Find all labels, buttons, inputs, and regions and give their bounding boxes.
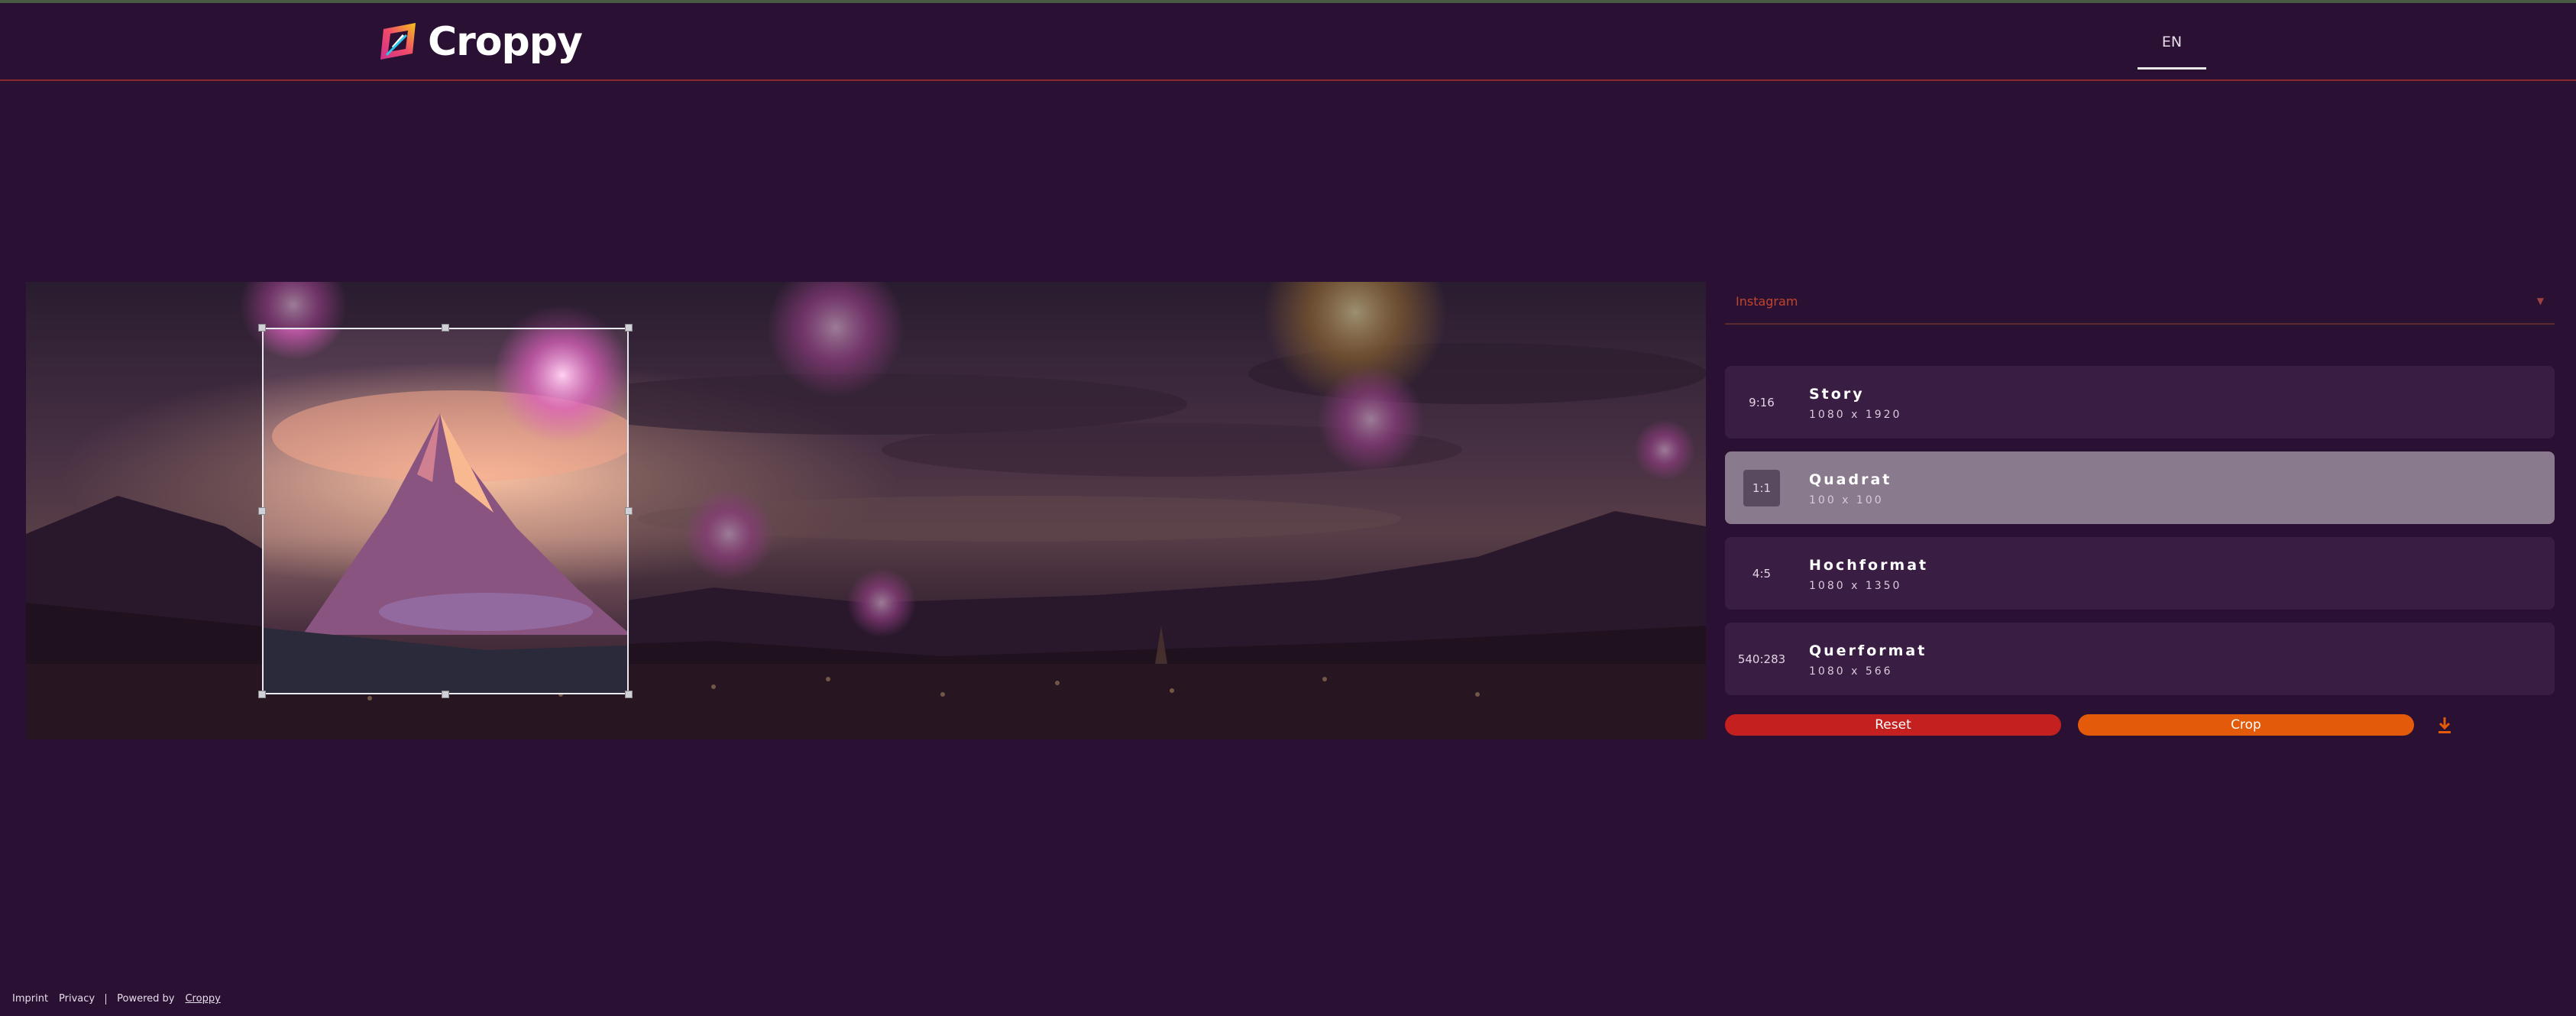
preset-title: Story	[1809, 386, 1865, 403]
preset-ratio: 4:5	[1752, 567, 1772, 581]
crop-handle-bottom-left[interactable]	[258, 691, 266, 698]
footer-divider	[105, 993, 107, 1005]
crop-selection[interactable]	[262, 328, 629, 694]
reset-button[interactable]: Reset	[1725, 714, 2061, 736]
preset-quadrat[interactable]: 1:1 Quadrat 100 x 100	[1725, 451, 2555, 524]
preset-size: 1080 x 566	[1809, 665, 1893, 678]
crop-handle-top-right[interactable]	[625, 324, 633, 332]
preset-querformat[interactable]: 540:283 Querformat 1080 x 566	[1725, 623, 2555, 695]
preset-ratio: 9:16	[1749, 396, 1775, 409]
preset-title: Quadrat	[1809, 471, 1892, 488]
preset-hochformat[interactable]: 4:5 Hochformat 1080 x 1350	[1725, 537, 2555, 610]
crop-handle-top-left[interactable]	[258, 324, 266, 332]
footer: Imprint Privacy Powered by Croppy	[12, 993, 221, 1005]
language-selector[interactable]: EN	[2137, 34, 2206, 50]
preset-size: 1080 x 1350	[1809, 580, 1902, 592]
preset-size: 1080 x 1920	[1809, 409, 1902, 421]
preset-story[interactable]: 9:16 Story 1080 x 1920	[1725, 366, 2555, 438]
powered-by-link[interactable]: Croppy	[185, 993, 220, 1005]
preset-ratio: 1:1	[1743, 470, 1780, 506]
crop-handle-right[interactable]	[625, 507, 633, 515]
preset-title: Querformat	[1809, 642, 1927, 659]
language-underline	[2137, 67, 2206, 70]
crop-handle-bottom-right[interactable]	[625, 691, 633, 698]
imprint-link[interactable]: Imprint	[12, 993, 48, 1005]
app-name: Croppy	[428, 19, 583, 65]
crop-handle-bottom[interactable]	[442, 691, 449, 698]
privacy-link[interactable]: Privacy	[59, 993, 95, 1005]
crop-handle-left[interactable]	[258, 507, 266, 515]
croppy-logo-icon	[380, 23, 416, 60]
header: Croppy EN	[0, 3, 2576, 81]
preset-ratio: 540:283	[1737, 652, 1786, 666]
platform-select-value: Instagram	[1736, 294, 1798, 309]
chevron-down-icon: ▼	[2536, 296, 2544, 306]
crop-button[interactable]: Crop	[2078, 714, 2414, 736]
crop-preview-image	[264, 329, 627, 693]
platform-select[interactable]: Instagram ▼	[1725, 282, 2555, 325]
crop-handle-top[interactable]	[442, 324, 449, 332]
logo[interactable]: Croppy	[373, 17, 583, 67]
preset-title: Hochformat	[1809, 557, 1929, 574]
image-canvas[interactable]	[26, 282, 1706, 739]
download-icon[interactable]	[2435, 714, 2454, 736]
powered-by-text: Powered by	[117, 993, 175, 1005]
preset-size: 100 x 100	[1809, 494, 1884, 506]
